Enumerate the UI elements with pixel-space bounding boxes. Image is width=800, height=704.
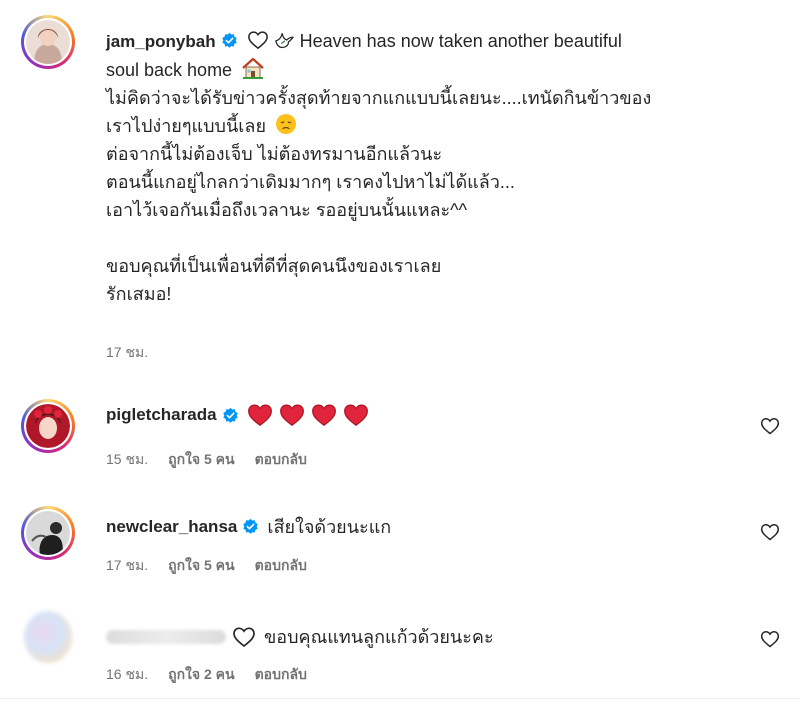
avatar-photo	[24, 611, 72, 663]
avatar-newclear-hansa[interactable]	[21, 506, 75, 560]
main-comment: jam_ponybah Heaven has now taken another…	[106, 27, 766, 308]
red-heart-emoji	[279, 404, 304, 426]
reply-likes[interactable]: ถูกใจ 2 คน	[168, 664, 235, 686]
comment-username[interactable]: jam_ponybah	[106, 32, 216, 51]
red-heart-emoji	[247, 404, 272, 426]
avatar-jam-ponybah[interactable]	[21, 15, 75, 69]
like-heart-icon[interactable]	[760, 416, 780, 436]
reply-likes[interactable]: ถูกใจ 5 คน	[168, 449, 235, 471]
reply-2: newclear_hansa เสียใจด้วยนะแก	[106, 512, 391, 541]
reply-button[interactable]: ตอบกลับ	[255, 555, 307, 577]
avatar-photo	[26, 20, 70, 64]
comment-line-1: ไม่คิดว่าจะได้รับข่าวครั้งสุดท้ายจากแกแบ…	[106, 88, 652, 108]
caption-line-1: Heaven has now taken another beautiful	[299, 31, 622, 51]
reply-1-meta: 15 ชม. ถูกใจ 5 คน ตอบกลับ	[106, 449, 307, 471]
heart-outline-icon	[233, 626, 255, 647]
reply-likes[interactable]: ถูกใจ 5 คน	[168, 555, 235, 577]
red-heart-emoji	[311, 404, 336, 426]
comment-line-7: รักเสมอ!	[106, 284, 172, 304]
comment-line-5: เอาไว้เจอกันเมื่อถึงเวลานะ รออยู่บนนั้นแ…	[106, 200, 468, 220]
avatar-photo	[26, 511, 70, 555]
comment-line-6: ขอบคุณที่เป็นเพื่อนที่ดีที่สุดคนนึงของเร…	[106, 256, 442, 276]
reply-1: pigletcharada	[106, 403, 369, 427]
reply-text: เสียใจด้วยนะแก	[267, 517, 392, 537]
red-heart-emoji	[343, 404, 368, 426]
comment-line-3: ต่อจากนี้ไม่ต้องเจ็บ ไม่ต้องทรมานอีกแล้ว…	[106, 144, 443, 164]
reply-time[interactable]: 15 ชม.	[106, 449, 148, 471]
house-icon	[242, 57, 264, 79]
reply-time[interactable]: 17 ชม.	[106, 555, 148, 577]
reply-3: ขอบคุณแทนลูกแก้วด้วยนะคะ	[106, 622, 494, 651]
reply-time[interactable]: 16 ชม.	[106, 664, 148, 686]
comment-line-2: เราไปง่ายๆแบบนี้เลย	[106, 116, 267, 136]
avatar-pigletcharada[interactable]	[21, 399, 75, 453]
reply-2-meta: 17 ชม. ถูกใจ 5 คน ตอบกลับ	[106, 555, 307, 577]
main-comment-meta: 17 ชม.	[106, 342, 148, 364]
heart-outline-icon	[247, 31, 268, 50]
divider	[0, 698, 800, 699]
reply-button[interactable]: ตอบกลับ	[255, 449, 307, 471]
red-hearts	[247, 403, 369, 427]
sad-face-emoji	[276, 114, 297, 134]
comment-thread: jam_ponybah Heaven has now taken another…	[0, 0, 800, 704]
dove-icon	[274, 33, 294, 49]
reply-username-blurred[interactable]	[106, 629, 226, 644]
reply-username[interactable]: pigletcharada	[106, 405, 217, 425]
reply-username[interactable]: newclear_hansa	[106, 517, 237, 537]
avatar-blurred-user[interactable]	[21, 610, 75, 664]
reply-button[interactable]: ตอบกลับ	[255, 664, 307, 686]
avatar-photo	[26, 404, 70, 448]
reply-3-meta: 16 ชม. ถูกใจ 2 คน ตอบกลับ	[106, 664, 307, 686]
like-heart-icon[interactable]	[760, 522, 780, 542]
verified-badge-icon	[222, 407, 238, 423]
verified-badge-icon	[243, 518, 259, 534]
caption-line-2: soul back home	[106, 60, 233, 80]
reply-text: ขอบคุณแทนลูกแก้วด้วยนะคะ	[264, 627, 494, 647]
verified-badge-icon	[221, 32, 237, 48]
like-heart-icon[interactable]	[760, 629, 780, 649]
comment-line-4: ตอนนี้แกอยู่ไกลกว่าเดิมมากๆ เราคงไปหาไม่…	[106, 172, 515, 192]
comment-time[interactable]: 17 ชม.	[106, 342, 148, 364]
